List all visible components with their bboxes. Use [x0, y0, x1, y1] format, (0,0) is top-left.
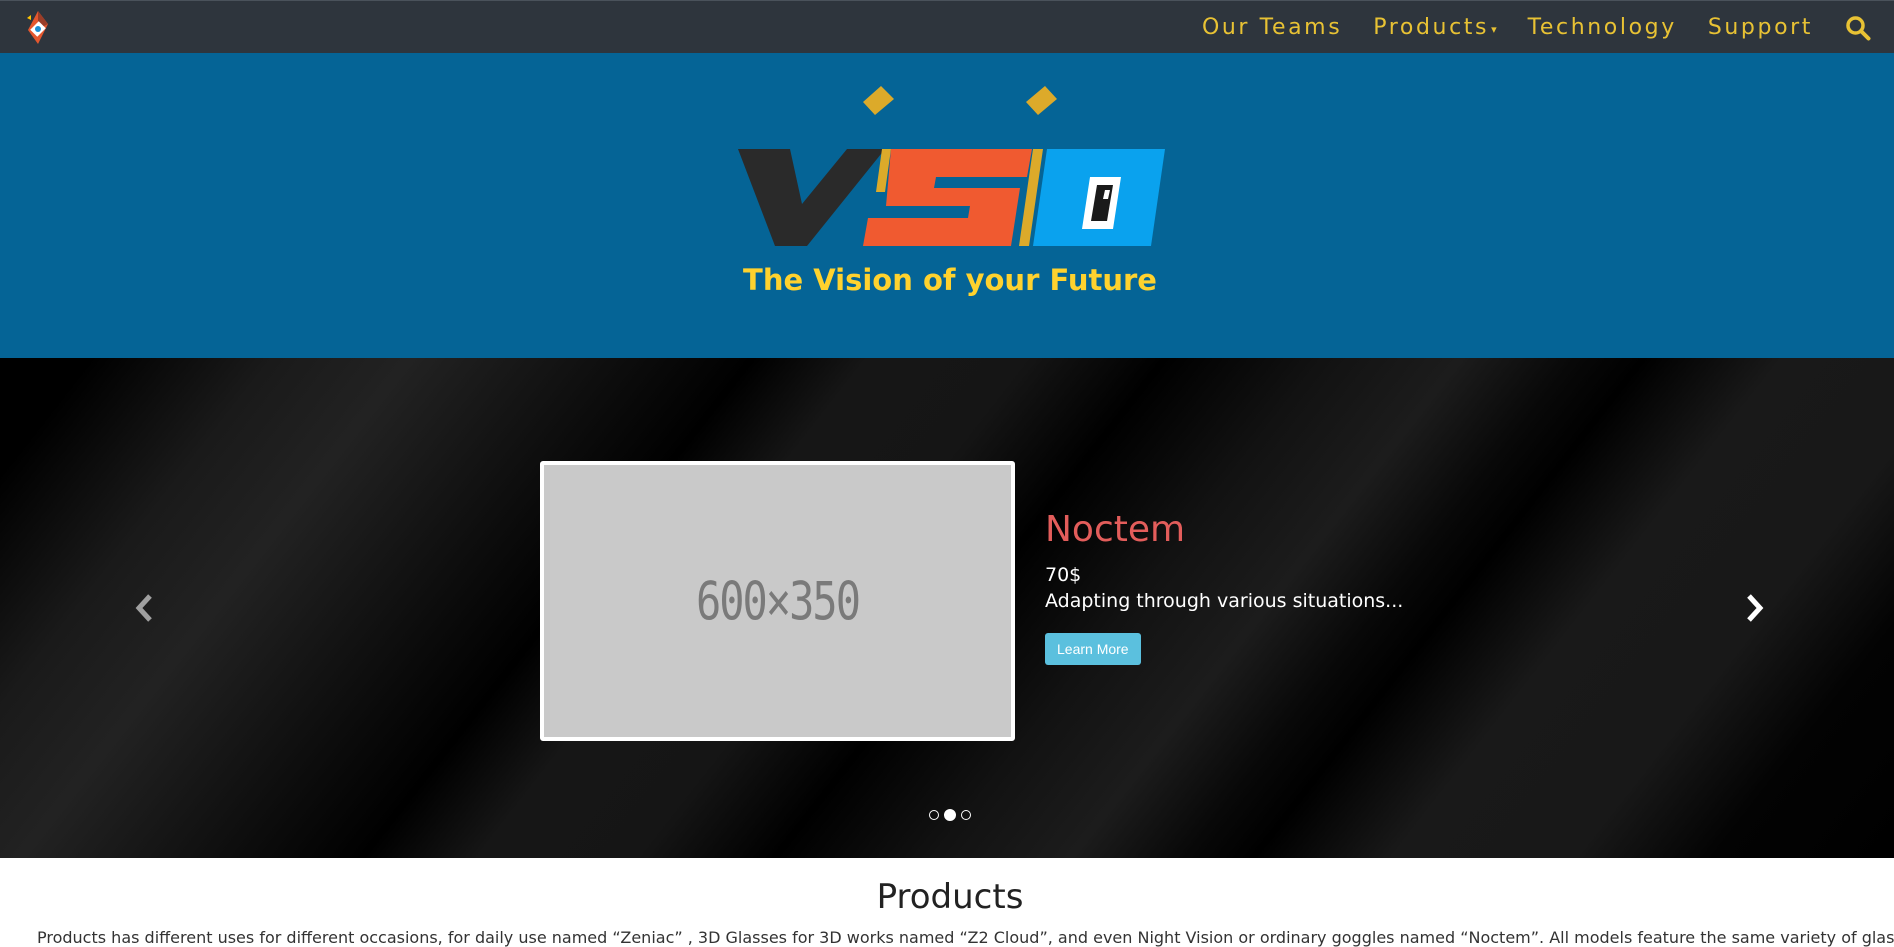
products-section: Products Products has different uses for… [0, 858, 1894, 947]
hero-tagline: The Vision of your Future [743, 263, 1157, 297]
slide-price: 70$ [1045, 564, 1082, 586]
nav-our-teams-label: Our Teams [1201, 15, 1343, 40]
slide-title: Noctem [1045, 509, 1186, 550]
search-icon[interactable] [1844, 14, 1872, 42]
chevron-left-icon[interactable] [130, 590, 158, 626]
nav-technology[interactable]: Technology [1528, 15, 1677, 40]
vsi-logo [738, 86, 1165, 246]
products-heading: Products [876, 877, 1024, 917]
learn-more-button[interactable]: Learn More [1045, 633, 1141, 665]
navbar: Our Teams Products ▾ Technology Support [0, 0, 1894, 53]
image-placeholder-label: 600×350 [695, 570, 861, 632]
slide-image[interactable]: 600×350 [540, 461, 1015, 741]
nav-products-label: Products [1373, 15, 1490, 40]
carousel-indicators [929, 809, 971, 821]
slide-description: Adapting through various situations... [1045, 590, 1404, 612]
nav-technology-label: Technology [1527, 15, 1677, 40]
product-carousel: 600×350 Noctem 70$ Adapting through vari… [0, 358, 1894, 858]
chevron-right-icon[interactable] [1741, 590, 1769, 626]
nav-support[interactable]: Support [1708, 15, 1813, 40]
products-description: Products has different uses for differen… [37, 928, 1894, 947]
slide-caption: Noctem 70$ Adapting through various situ… [1045, 510, 1403, 665]
visi-logo-icon[interactable] [24, 10, 52, 46]
carousel-indicator-3[interactable] [961, 810, 971, 820]
main-nav: Our Teams Products ▾ Technology Support [1171, 1, 1872, 54]
caret-down-icon: ▾ [1491, 23, 1497, 36]
nav-our-teams[interactable]: Our Teams [1202, 15, 1342, 40]
hero-banner: The Vision of your Future [0, 53, 1894, 358]
carousel-indicator-2[interactable] [944, 809, 956, 821]
nav-products[interactable]: Products ▾ [1373, 15, 1496, 40]
nav-support-label: Support [1707, 15, 1813, 40]
carousel-indicator-1[interactable] [929, 810, 939, 820]
